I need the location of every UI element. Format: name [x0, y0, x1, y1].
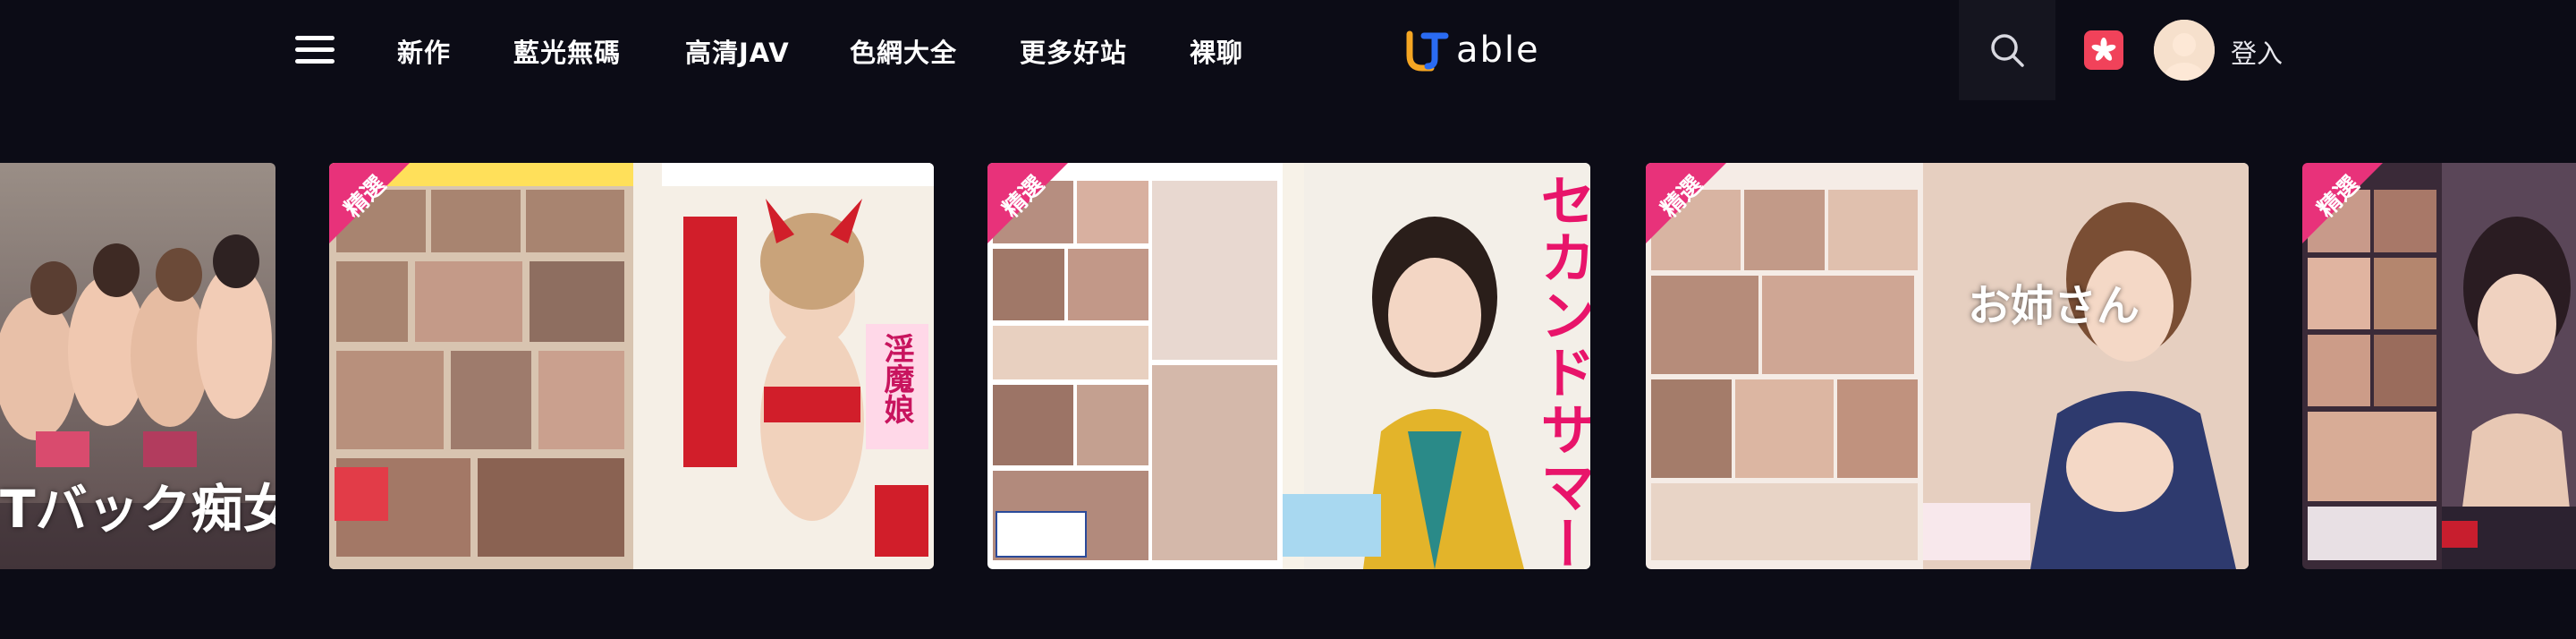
- video-thumbnail: [987, 163, 1590, 569]
- top-navigation-bar: 新作 藍光無碼 高清JAV 色網大全 更多好站 裸聊 able 登入: [0, 0, 2576, 100]
- cover-title: お姉さん: [1968, 281, 2140, 331]
- nav-item-more-sites[interactable]: 更多好站: [1020, 32, 1127, 70]
- cover-title: 淫魔娘: [878, 333, 914, 424]
- video-card[interactable]: 精選: [2302, 163, 2576, 569]
- nav-item-live-chat[interactable]: 裸聊: [1190, 32, 1243, 70]
- search-icon: [1991, 34, 2024, 67]
- featured-badge: 精選: [2302, 163, 2383, 243]
- login-link[interactable]: 登入: [2231, 33, 2283, 71]
- cover-title: セカンドサマー: [1530, 172, 1590, 569]
- video-thumbnail: [329, 163, 934, 569]
- featured-badge: 精選: [329, 163, 410, 243]
- search-button[interactable]: [1959, 0, 2055, 100]
- user-avatar[interactable]: [2154, 20, 2215, 81]
- logo-text: able: [1456, 30, 1540, 71]
- nav-item-new[interactable]: 新作: [397, 32, 451, 70]
- video-card[interactable]: 精選 セカンドサマー: [987, 163, 1590, 569]
- nav-item-bluray-uncensored[interactable]: 藍光無碼: [513, 32, 621, 70]
- video-card[interactable]: 精選 淫魔娘: [329, 163, 934, 569]
- language-selector-button[interactable]: [2084, 30, 2123, 70]
- featured-badge: 精選: [987, 163, 1068, 243]
- video-card[interactable]: Tバック痴女: [0, 163, 275, 569]
- default-avatar-icon: [2154, 20, 2215, 81]
- featured-badge: 精選: [1646, 163, 1726, 243]
- nav-item-hd-jav[interactable]: 高清JAV: [685, 32, 790, 70]
- video-thumbnail: [1646, 163, 2249, 569]
- logo-mark-icon: [1406, 30, 1449, 72]
- video-card[interactable]: 精選 お姉さん: [1646, 163, 2249, 569]
- site-logo[interactable]: able: [1406, 23, 1540, 77]
- hk-flag-icon: [2091, 38, 2116, 61]
- cover-title: Tバック痴女: [0, 479, 275, 540]
- hamburger-menu-icon[interactable]: [295, 34, 335, 66]
- nav-item-site-directory[interactable]: 色網大全: [850, 32, 957, 70]
